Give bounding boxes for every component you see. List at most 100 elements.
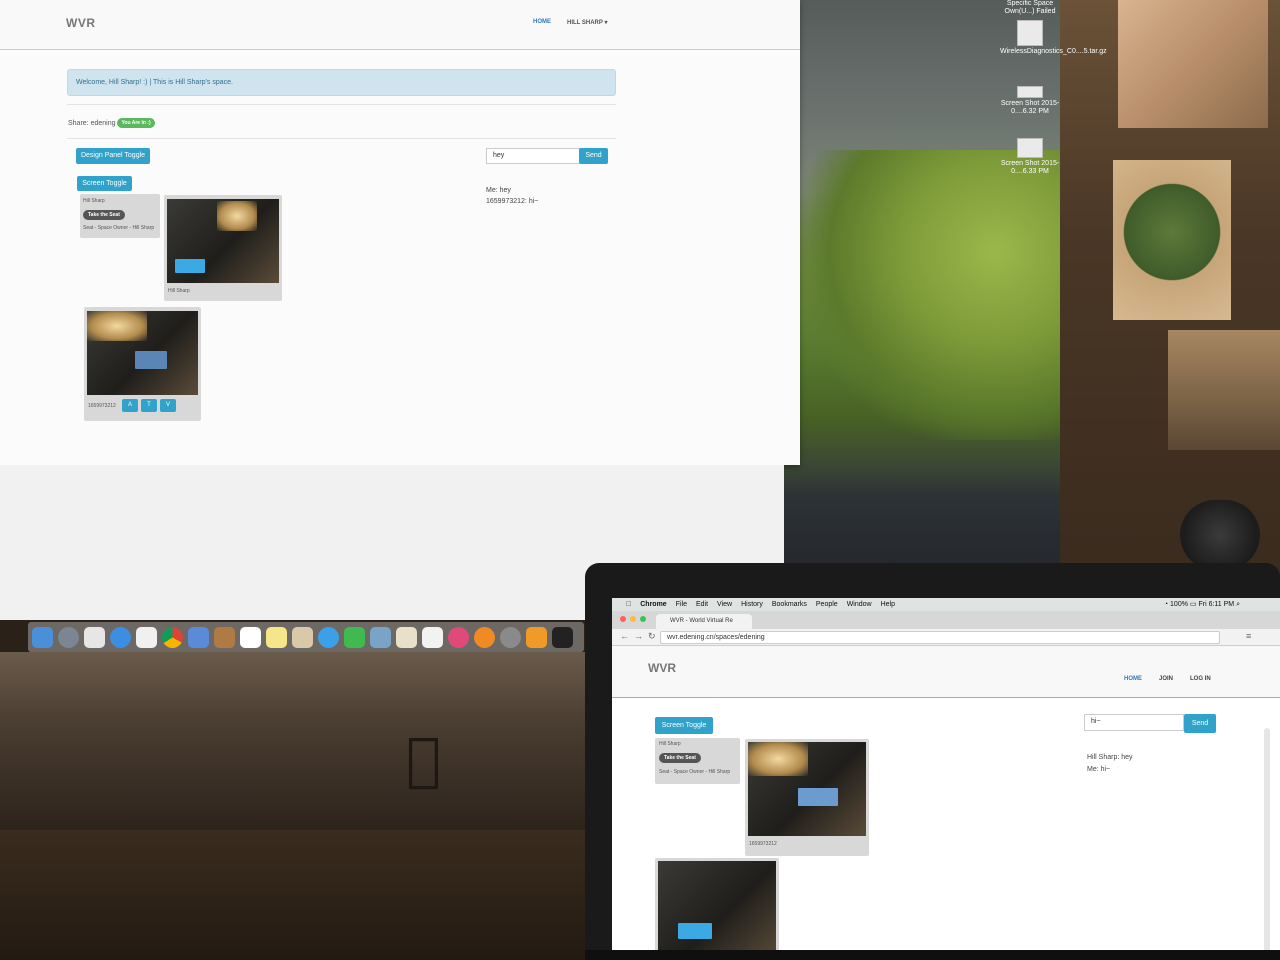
menu-edit[interactable]: Edit — [696, 601, 708, 608]
sublime-text-icon[interactable] — [526, 626, 547, 648]
site-header — [612, 646, 1280, 698]
menu-icon[interactable]: ≡ — [1246, 631, 1251, 641]
menu-view[interactable]: View — [717, 601, 732, 608]
wifi-icon[interactable]: ◔ — [1164, 601, 1168, 608]
numbers-icon[interactable] — [422, 626, 443, 648]
ibooks-icon[interactable] — [474, 626, 495, 648]
send-button[interactable]: Send — [1184, 714, 1216, 733]
video-button[interactable]: V — [160, 399, 176, 412]
mail-icon[interactable] — [188, 626, 209, 648]
menu-app-name[interactable]: Chrome — [640, 601, 666, 608]
terminal-icon[interactable] — [552, 626, 573, 648]
video-lamp — [217, 201, 257, 231]
take-seat-button[interactable]: Take the Seat — [83, 210, 125, 220]
contacts-icon[interactable] — [214, 626, 235, 648]
video-feed — [748, 742, 866, 836]
desktop-file[interactable]: Screen Shot 2015-0....6.32 PM — [1000, 86, 1060, 117]
back-icon[interactable]: ← — [620, 631, 629, 641]
minimize-window-icon[interactable] — [630, 616, 636, 622]
battery-percent: 100% — [1170, 601, 1188, 608]
seat-panel: Hill Sharp Take the Seat Seat - Space Ow… — [655, 738, 740, 784]
address-bar[interactable]: wvr.edening.cn/spaces/edening — [660, 631, 1220, 644]
battery-icon[interactable]: ▭ — [1190, 601, 1197, 608]
status-badge: You Are In :) — [117, 118, 155, 128]
calendar-icon[interactable] — [240, 626, 261, 648]
menu-bookmarks[interactable]: Bookmarks — [772, 601, 807, 608]
safari-icon[interactable] — [110, 626, 131, 648]
chat-input[interactable]: hey — [486, 148, 580, 164]
imac-chin — [0, 652, 586, 832]
brand-logo[interactable]: WVR — [66, 16, 96, 30]
keynote-icon[interactable] — [84, 626, 105, 648]
clock[interactable]: Fri 6:11 PM — [1198, 601, 1234, 608]
system-preferences-icon[interactable] — [500, 626, 521, 648]
take-seat-button[interactable]: Take the Seat — [659, 753, 701, 763]
pages-icon[interactable] — [396, 626, 417, 648]
dock — [28, 622, 584, 652]
menu-help[interactable]: Help — [881, 601, 895, 608]
itunes-icon[interactable] — [448, 626, 469, 648]
chat-message: Me: hey — [486, 187, 511, 194]
desktop-icon-label: WirelessDiagnostics_C0....5.tar.gz — [1000, 48, 1107, 55]
calculator-icon[interactable] — [136, 626, 157, 648]
menu-file[interactable]: File — [676, 601, 687, 608]
seat-name: Hill Sharp — [659, 741, 681, 747]
chrome-icon[interactable] — [162, 626, 183, 648]
audio-button[interactable]: A — [122, 399, 138, 412]
apple-menu-icon[interactable]:  — [626, 601, 631, 608]
video-lamp — [87, 311, 147, 341]
video-phone — [678, 923, 712, 939]
send-button[interactable]: Send — [579, 148, 608, 164]
preview-icon[interactable] — [292, 626, 313, 648]
omnibar: ← → ↻ wvr.edening.cn/spaces/edening ≡ — [612, 629, 1280, 646]
screen-toggle-button[interactable]: Screen Toggle — [655, 717, 713, 734]
apple-logo-icon:  — [406, 728, 458, 790]
spotlight-icon[interactable]: ⌕ — [1236, 601, 1240, 608]
video-tile: 1659973212 — [745, 739, 869, 856]
menubar-status: ◔ 100% ▭ Fri 6:11 PM ⌕ — [1164, 600, 1240, 609]
tab-title: WVR - World Virtual Re — [670, 618, 733, 624]
browser-tab[interactable]: WVR - World Virtual Re — [656, 614, 752, 629]
page-scrollbar[interactable] — [1264, 728, 1270, 958]
reload-icon[interactable]: ↻ — [648, 631, 656, 642]
nav-home[interactable]: HOME — [533, 19, 551, 25]
forward-icon[interactable]: → — [634, 631, 643, 641]
zoom-window-icon[interactable] — [640, 616, 646, 622]
desktop-file[interactable]: Screen Shot 2015-0....6.33 PM — [1000, 138, 1060, 177]
launchpad-icon[interactable] — [58, 626, 79, 648]
nav-login[interactable]: LOG IN — [1190, 676, 1211, 682]
video-phone — [135, 351, 167, 369]
text-button[interactable]: T — [141, 399, 157, 412]
screen-toggle-button[interactable]: Screen Toggle — [77, 176, 132, 191]
chat-message: Me: hi~ — [1087, 766, 1111, 773]
wallpaper-hill — [800, 150, 1060, 440]
imac-browser-page: WVR HOME HILL SHARP ▾ Welcome, Hill Shar… — [0, 0, 800, 465]
notes-icon[interactable] — [266, 626, 287, 648]
video-lamp — [748, 742, 808, 776]
nav-user-dropdown[interactable]: HILL SHARP ▾ — [567, 19, 607, 26]
chat-message: Hill Sharp: hey — [1087, 754, 1133, 761]
macbook-browser:  Chrome File Edit View History Bookmark… — [612, 598, 1280, 960]
video-feed — [658, 861, 776, 960]
messages-icon[interactable] — [318, 626, 339, 648]
photos-icon[interactable] — [370, 626, 391, 648]
speaker — [1180, 500, 1260, 570]
seat-name: Hill Sharp — [83, 198, 105, 204]
menu-window[interactable]: Window — [847, 601, 872, 608]
framed-photo — [1168, 330, 1280, 450]
nav-home[interactable]: HOME — [1124, 676, 1142, 682]
close-window-icon[interactable] — [620, 616, 626, 622]
facetime-icon[interactable] — [344, 626, 365, 648]
finder-icon[interactable] — [32, 626, 53, 648]
desktop-icon-label: Screen Shot 2015-0....6.33 PM — [1000, 160, 1060, 176]
menu-history[interactable]: History — [741, 601, 763, 608]
chat-input[interactable]: hi~ — [1084, 714, 1184, 731]
desktop-file[interactable]: Specific Space Own(U...) Failed — [1000, 0, 1060, 17]
divider — [67, 138, 616, 139]
design-panel-toggle-button[interactable]: Design Panel Toggle — [76, 148, 150, 164]
nav-join[interactable]: JOIN — [1159, 676, 1173, 682]
desktop-file[interactable]: WirelessDiagnostics_C0....5.tar.gz — [1000, 20, 1107, 56]
menu-people[interactable]: People — [816, 601, 838, 608]
brand-logo[interactable]: WVR — [648, 661, 676, 675]
screenshot-icon — [1017, 138, 1043, 158]
